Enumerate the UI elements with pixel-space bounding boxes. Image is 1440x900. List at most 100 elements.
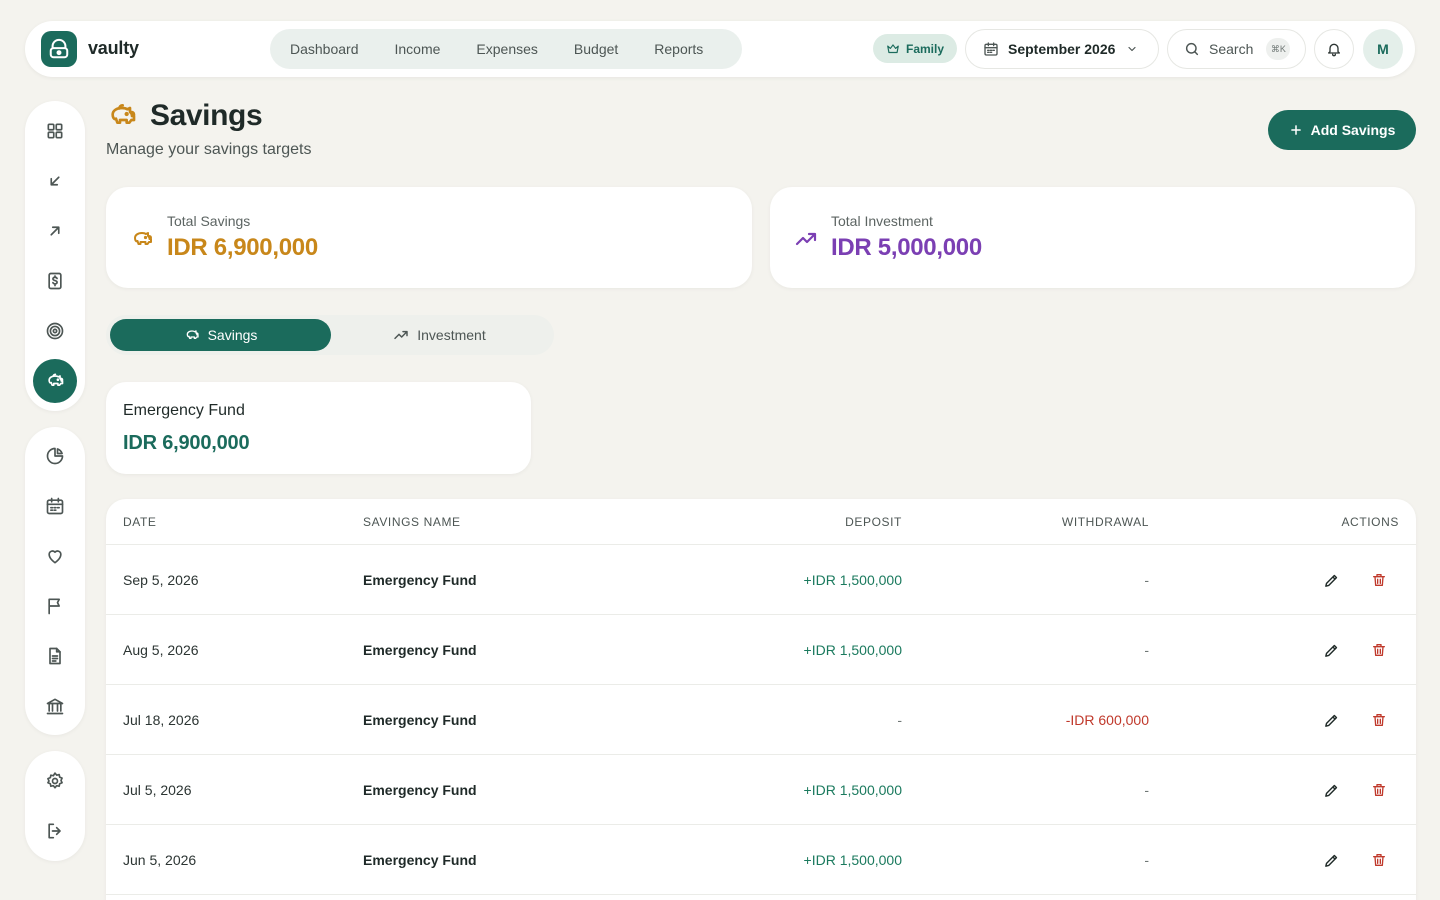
total-savings-card: Total Savings IDR 6,900,000 <box>106 187 752 288</box>
sidebar-item-accounts[interactable] <box>33 684 77 728</box>
sidebar-item-milestones[interactable] <box>33 584 77 628</box>
row-date: Aug 5, 2026 <box>123 642 199 658</box>
nav-budget[interactable]: Budget <box>574 41 618 57</box>
row-date: Jul 18, 2026 <box>123 712 200 728</box>
sidebar-item-goals[interactable] <box>33 309 77 353</box>
search-label: Search <box>1209 41 1254 57</box>
total-investment-label: Total Investment <box>831 213 933 229</box>
row-name: Emergency Fund <box>363 852 477 868</box>
heart-icon <box>45 546 65 566</box>
sidebar-item-logout[interactable] <box>33 809 77 853</box>
logout-icon <box>45 821 65 841</box>
tab-investment[interactable]: Investment <box>329 319 550 351</box>
crown-icon <box>886 42 900 56</box>
fund-value: IDR 6,900,000 <box>123 432 250 454</box>
tab-savings[interactable]: Savings <box>110 319 331 351</box>
sidebar-item-income[interactable] <box>33 159 77 203</box>
nav-dashboard[interactable]: Dashboard <box>290 41 359 57</box>
total-savings-value: IDR 6,900,000 <box>167 234 318 261</box>
chevron-down-icon <box>1126 43 1138 55</box>
edit-icon[interactable] <box>1321 710 1341 730</box>
sidebar-item-expenses[interactable] <box>33 209 77 253</box>
arrow-up-right-icon <box>46 222 64 240</box>
nav-income[interactable]: Income <box>395 41 441 57</box>
row-deposit: +IDR 1,500,000 <box>803 572 902 588</box>
sidebar-group-footer <box>25 751 85 861</box>
user-avatar[interactable]: M <box>1363 29 1403 69</box>
total-savings-label: Total Savings <box>167 213 251 229</box>
total-investment-card: Total Investment IDR 5,000,000 <box>770 187 1415 288</box>
page-title: Savings <box>150 99 263 132</box>
table-row: Jun 5, 2026 Emergency Fund +IDR 1,500,00… <box>106 825 1416 895</box>
edit-icon[interactable] <box>1321 640 1341 660</box>
row-deposit: - <box>897 712 902 728</box>
row-withdrawal: -IDR 600,000 <box>1065 712 1149 728</box>
trending-up-icon <box>393 327 409 343</box>
add-savings-button[interactable]: Add Savings <box>1268 110 1416 150</box>
bell-icon <box>1326 41 1342 57</box>
sidebar-item-budget[interactable] <box>33 259 77 303</box>
sidebar-group-secondary <box>25 427 85 735</box>
notifications-button[interactable] <box>1314 29 1354 69</box>
search-icon <box>1184 41 1200 57</box>
edit-icon[interactable] <box>1321 780 1341 800</box>
header-date: DATE <box>123 515 157 529</box>
piggy-bank-icon <box>106 100 138 132</box>
piggy-bank-icon <box>45 371 65 391</box>
total-investment-value: IDR 5,000,000 <box>831 234 982 261</box>
header-withdrawal: WITHDRAWAL <box>1061 515 1149 529</box>
nav-expenses[interactable]: Expenses <box>476 41 537 57</box>
table-row: Jul 18, 2026 Emergency Fund - -IDR 600,0… <box>106 685 1416 755</box>
row-deposit: +IDR 1,500,000 <box>803 642 902 658</box>
edit-icon[interactable] <box>1321 850 1341 870</box>
table-row: Sep 5, 2026 Emergency Fund +IDR 1,500,00… <box>106 545 1416 615</box>
table-header: DATE SAVINGS NAME DEPOSIT WITHDRAWAL ACT… <box>106 499 1416 545</box>
family-label: Family <box>905 41 944 56</box>
calendar-icon <box>45 496 65 516</box>
nav-reports[interactable]: Reports <box>654 41 703 57</box>
row-date: Sep 5, 2026 <box>123 572 199 588</box>
month-picker[interactable]: September 2026 <box>965 29 1159 69</box>
table-row: Aug 5, 2026 Emergency Fund +IDR 1,500,00… <box>106 615 1416 685</box>
row-name: Emergency Fund <box>363 642 477 658</box>
row-withdrawal: - <box>1144 782 1149 798</box>
trash-icon[interactable] <box>1369 780 1389 800</box>
page-subtitle: Manage your savings targets <box>106 141 312 158</box>
header-savings-name: SAVINGS NAME <box>363 515 461 529</box>
settings-icon <box>45 771 65 791</box>
savings-transactions-table: DATE SAVINGS NAME DEPOSIT WITHDRAWAL ACT… <box>106 499 1416 900</box>
trash-icon[interactable] <box>1369 640 1389 660</box>
add-savings-label: Add Savings <box>1310 122 1396 138</box>
sidebar-item-analytics[interactable] <box>33 434 77 478</box>
row-name: Emergency Fund <box>363 712 477 728</box>
sidebar-item-settings[interactable] <box>33 759 77 803</box>
search-button[interactable]: Search ⌘K <box>1167 29 1306 69</box>
row-name: Emergency Fund <box>363 572 477 588</box>
flag-icon <box>45 596 65 616</box>
sidebar-group-main <box>25 101 85 411</box>
header-deposit: DEPOSIT <box>845 515 902 529</box>
app-name[interactable]: vaulty <box>88 38 139 59</box>
savings-tabs: Savings Investment <box>106 315 554 355</box>
trash-icon[interactable] <box>1369 850 1389 870</box>
sidebar-item-wishlist[interactable] <box>33 534 77 578</box>
edit-icon[interactable] <box>1321 570 1341 590</box>
savings-fund-card[interactable]: Emergency Fund IDR 6,900,000 <box>106 382 531 474</box>
app-logo-icon[interactable] <box>41 31 77 67</box>
tab-savings-label: Savings <box>207 327 258 343</box>
fund-name: Emergency Fund <box>123 402 245 419</box>
trash-icon[interactable] <box>1369 570 1389 590</box>
piggy-bank-icon <box>130 227 154 251</box>
main-nav: Dashboard Income Expenses Budget Reports <box>270 29 742 69</box>
row-withdrawal: - <box>1144 642 1149 658</box>
header-actions: ACTIONS <box>1341 515 1399 529</box>
sidebar-item-calendar[interactable] <box>33 484 77 528</box>
sidebar-item-documents[interactable] <box>33 634 77 678</box>
family-badge[interactable]: Family <box>873 34 957 63</box>
tab-investment-label: Investment <box>417 327 486 343</box>
sidebar-item-savings[interactable] <box>33 359 77 403</box>
row-name: Emergency Fund <box>363 782 477 798</box>
trash-icon[interactable] <box>1369 710 1389 730</box>
top-bar: vaulty Dashboard Income Expenses Budget … <box>25 21 1415 77</box>
sidebar-item-dashboard[interactable] <box>33 109 77 153</box>
